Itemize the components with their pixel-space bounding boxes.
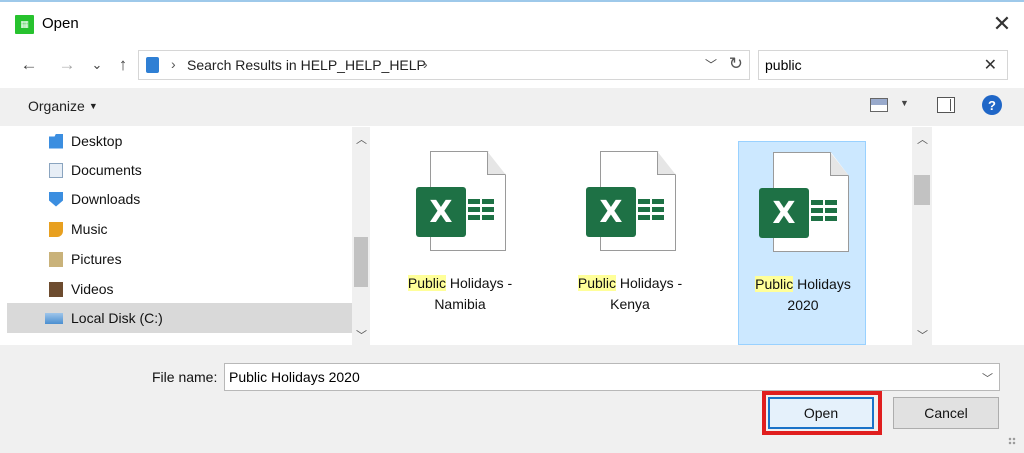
- search-input[interactable]: public: [765, 57, 802, 73]
- sidebar-item-music[interactable]: Music: [7, 215, 352, 243]
- recent-locations-icon[interactable]: ⌄: [86, 53, 108, 77]
- sidebar-item-label: Desktop: [71, 133, 123, 149]
- scroll-down-icon[interactable]: ﹀: [356, 327, 367, 343]
- up-arrow-icon[interactable]: ↑: [112, 53, 134, 77]
- local-disk-icon: [45, 312, 63, 324]
- search-match: Public: [407, 275, 446, 291]
- file-item[interactable]: X Public Holidays - Kenya: [566, 141, 694, 345]
- open-file-dialog: ▦ Open ✕ ← → ⌄ ↑ › Search Results in HEL…: [0, 0, 1024, 453]
- navigation-pane: Desktop Documents Downloads Music Pictur…: [7, 127, 352, 345]
- file-name: Public Holidays - Kenya: [566, 273, 694, 315]
- chevron-down-icon[interactable]: ﹀: [982, 370, 993, 386]
- sidebar-item-desktop[interactable]: Desktop: [7, 127, 352, 155]
- close-button[interactable]: ✕: [988, 10, 1016, 38]
- sidebar-item-videos[interactable]: Videos: [7, 275, 352, 303]
- file-name-rest: Holidays -: [446, 275, 513, 291]
- sidebar-item-label: Pictures: [71, 251, 122, 267]
- file-name-field[interactable]: Public Holidays 2020 ﹀: [224, 363, 1000, 391]
- scroll-thumb[interactable]: [354, 237, 368, 287]
- file-name: Public Holidays - Namibia: [396, 273, 524, 315]
- address-bar[interactable]: › Search Results in HELP_HELP_HELP › ﹀ ↻: [138, 50, 750, 80]
- sidebar-item-label: Downloads: [71, 191, 141, 207]
- desktop-folder-icon: [49, 133, 63, 149]
- file-name-label: File name:: [152, 369, 218, 385]
- file-name-value[interactable]: Public Holidays 2020: [229, 369, 360, 385]
- file-name-rest: Holidays -: [616, 275, 683, 291]
- documents-folder-icon: [49, 162, 63, 178]
- navigation-row: ← → ⌄ ↑ › Search Results in HELP_HELP_HE…: [0, 48, 1024, 84]
- sidebar-item-documents[interactable]: Documents: [7, 156, 352, 184]
- dialog-footer: File name: Public Holidays 2020 ﹀ Open C…: [0, 345, 1024, 453]
- sidebar-item-pictures[interactable]: Pictures: [7, 245, 352, 273]
- breadcrumb-search-results[interactable]: Search Results in HELP_HELP_HELP: [187, 57, 426, 73]
- pictures-folder-icon: [49, 251, 63, 267]
- app-icon: ▦: [15, 15, 34, 34]
- back-arrow-icon[interactable]: ←: [18, 53, 40, 77]
- sidebar-item-label: Documents: [71, 162, 142, 178]
- organize-button[interactable]: Organize ▼: [28, 98, 98, 114]
- file-item[interactable]: X Public Holidays - Namibia: [396, 141, 524, 345]
- excel-file-icon: X: [586, 151, 678, 251]
- music-folder-icon: [49, 221, 63, 237]
- organize-label: Organize: [28, 98, 85, 114]
- file-item-selected[interactable]: X Public Holidays 2020: [738, 141, 866, 345]
- sidebar-item-label: Local Disk (C:): [71, 310, 163, 326]
- excel-file-icon: X: [416, 151, 508, 251]
- preview-pane-icon[interactable]: [937, 97, 955, 113]
- cancel-button[interactable]: Cancel: [893, 397, 999, 429]
- breadcrumb-chevron-icon[interactable]: ›: [423, 56, 428, 72]
- address-dropdown-icon[interactable]: ﹀: [705, 56, 717, 73]
- file-name-line2: Namibia: [434, 296, 486, 312]
- file-name-line2: Kenya: [610, 296, 650, 312]
- sidebar-item-label: Music: [71, 221, 108, 237]
- downloads-folder-icon: [49, 191, 63, 207]
- sidebar-item-downloads[interactable]: Downloads: [7, 185, 352, 213]
- resize-grip-icon[interactable]: [1008, 437, 1016, 445]
- file-pane-margin: [932, 127, 1024, 345]
- window-title: Open: [42, 15, 79, 32]
- refresh-icon[interactable]: ↻: [729, 54, 743, 74]
- sidebar-item-local-disk[interactable]: Local Disk (C:): [7, 303, 352, 333]
- caret-down-icon[interactable]: ▼: [900, 98, 909, 108]
- change-view-icon[interactable]: [870, 98, 888, 112]
- scroll-thumb[interactable]: [914, 175, 930, 205]
- file-name-line2: 2020: [787, 297, 819, 313]
- file-name-rest: Holidays: [793, 276, 851, 292]
- videos-folder-icon: [49, 281, 63, 297]
- command-bar: Organize ▼ ▼ ?: [0, 88, 1024, 126]
- file-name: Public Holidays 2020: [739, 274, 867, 316]
- scroll-up-icon[interactable]: ︿: [917, 131, 928, 147]
- clear-search-icon[interactable]: ✕: [984, 55, 997, 75]
- excel-file-icon: X: [759, 152, 851, 252]
- search-match: Public: [577, 275, 616, 291]
- navigation-scrollbar[interactable]: ︿ ﹀: [352, 127, 370, 345]
- sidebar-item-label: Videos: [71, 281, 114, 297]
- file-list: X Public Holidays - Namibia X Public Holi…: [370, 127, 910, 345]
- title-bar: ▦ Open ✕: [0, 0, 1024, 48]
- scroll-down-icon[interactable]: ﹀: [917, 327, 928, 343]
- breadcrumb-chevron-icon[interactable]: ›: [171, 56, 176, 72]
- search-match: Public: [755, 276, 794, 292]
- search-box[interactable]: public ✕: [758, 50, 1008, 80]
- scroll-up-icon[interactable]: ︿: [356, 131, 367, 147]
- help-icon[interactable]: ?: [982, 95, 1002, 115]
- open-button[interactable]: Open: [768, 397, 874, 429]
- file-list-scrollbar[interactable]: ︿ ﹀: [912, 127, 932, 345]
- search-results-icon: [146, 57, 159, 73]
- forward-arrow-icon[interactable]: →: [56, 53, 78, 77]
- caret-down-icon: ▼: [88, 101, 98, 111]
